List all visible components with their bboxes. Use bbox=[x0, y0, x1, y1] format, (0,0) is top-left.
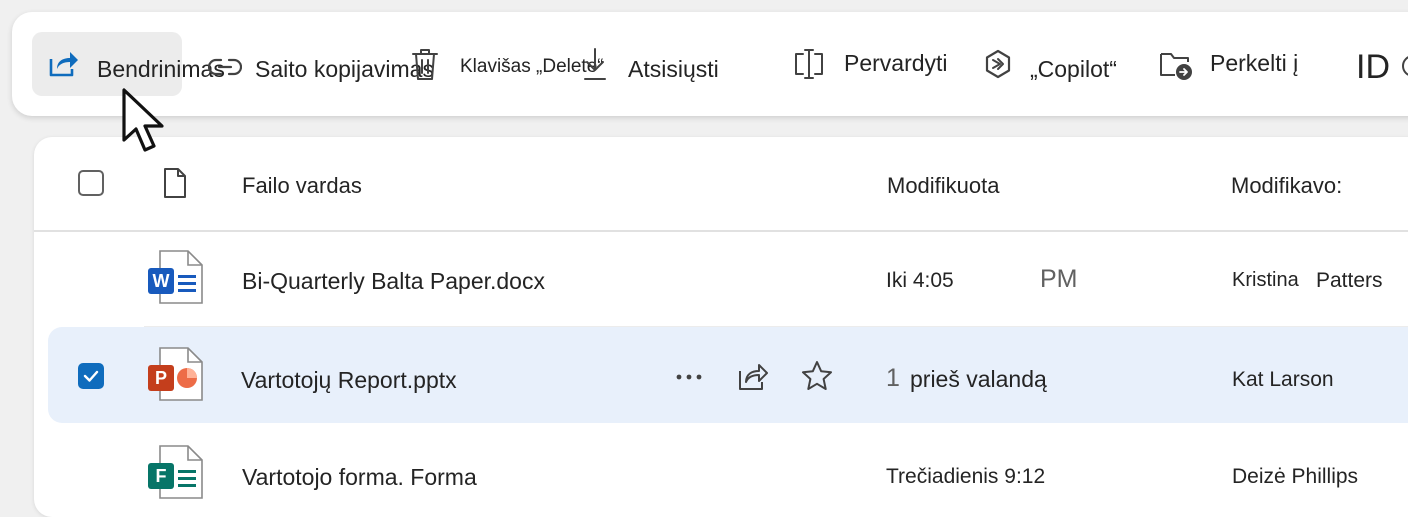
svg-text:P: P bbox=[155, 368, 167, 388]
column-header-name[interactable]: Failo vardas bbox=[242, 173, 362, 199]
download-icon bbox=[584, 48, 606, 80]
header-divider bbox=[34, 230, 1408, 232]
svg-text:W: W bbox=[153, 271, 170, 291]
modified-time: Trečiadienis 9:12 bbox=[886, 465, 1046, 488]
share-row-icon[interactable] bbox=[736, 361, 770, 393]
download-button[interactable]: Atsisiųsti bbox=[628, 56, 719, 83]
trash-icon bbox=[412, 49, 438, 80]
copy-link-button[interactable]: Saito kopijavimas bbox=[255, 56, 434, 83]
overflow-item[interactable]: ID bbox=[1356, 48, 1390, 87]
file-name[interactable]: Bi-Quarterly Balta Paper.docx bbox=[242, 268, 545, 295]
select-all-checkbox[interactable] bbox=[78, 170, 104, 196]
file-name[interactable]: Vartotojo forma. Forma bbox=[242, 464, 477, 491]
copilot-icon bbox=[985, 49, 1011, 79]
share-label: Bendrinimas bbox=[97, 56, 225, 82]
modified-by: Kat Larson bbox=[1232, 368, 1334, 391]
modified-time: Iki 4:05 bbox=[886, 269, 954, 292]
link-icon bbox=[208, 58, 242, 76]
modified-by-first: Kristina bbox=[1232, 269, 1299, 291]
rename-button[interactable]: Pervardyti bbox=[844, 50, 948, 77]
file-list: Failo vardas Modifikuota Modifikavo: W B… bbox=[34, 137, 1408, 517]
modified-time-prefix: 1 bbox=[886, 364, 900, 392]
partial-icon bbox=[1402, 56, 1408, 76]
file-type-icon bbox=[164, 168, 186, 198]
rename-icon bbox=[795, 49, 823, 79]
column-header-modified[interactable]: Modifikuota bbox=[887, 173, 1000, 199]
powerpoint-file-icon: P bbox=[148, 347, 203, 401]
move-to-button[interactable]: Perkelti į bbox=[1210, 50, 1298, 77]
row-checkbox[interactable] bbox=[78, 363, 104, 389]
checkmark-icon bbox=[83, 370, 99, 382]
column-header-modified-by[interactable]: Modifikavo: bbox=[1231, 173, 1342, 199]
more-options-icon[interactable] bbox=[674, 365, 704, 389]
modified-time-suffix: PM bbox=[1040, 265, 1078, 293]
mouse-cursor-icon bbox=[122, 88, 164, 152]
word-file-icon: W bbox=[148, 250, 203, 304]
favorite-star-icon[interactable] bbox=[800, 359, 834, 393]
forms-file-icon: F bbox=[148, 445, 203, 499]
copilot-button[interactable]: „Copilot“ bbox=[1030, 56, 1117, 83]
modified-by: Deizė Phillips bbox=[1232, 465, 1359, 488]
share-icon bbox=[49, 52, 78, 77]
modified-by-last: Patters bbox=[1316, 269, 1383, 292]
move-folder-icon bbox=[1160, 53, 1192, 80]
file-name[interactable]: Vartotojų Report.pptx bbox=[241, 367, 457, 394]
svg-text:F: F bbox=[156, 466, 167, 486]
modified-time: prieš valandą bbox=[910, 366, 1047, 392]
command-bar: Bendrinimas Saito kopijavimas Klavišas „… bbox=[12, 12, 1408, 116]
